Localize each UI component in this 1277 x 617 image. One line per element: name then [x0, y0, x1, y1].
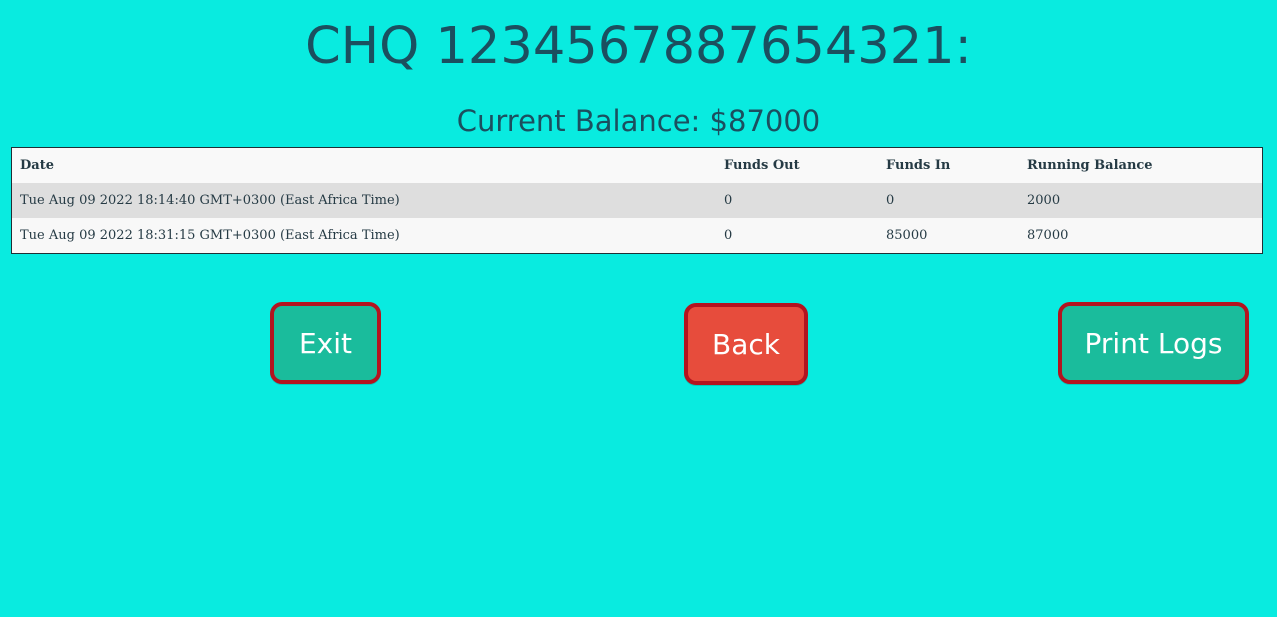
column-header-running-balance: Running Balance: [1019, 148, 1262, 183]
column-header-funds-in: Funds In: [878, 148, 1019, 183]
cell-funds-in: 0: [878, 183, 1019, 218]
exit-button[interactable]: Exit: [270, 302, 381, 384]
current-balance: Current Balance: $87000: [456, 104, 821, 138]
cell-funds-in: 85000: [878, 218, 1019, 253]
back-button[interactable]: Back: [684, 303, 808, 385]
column-header-date: Date: [12, 148, 716, 183]
account-title: CHQ 1234567887654321:: [305, 17, 972, 76]
table-row: Tue Aug 09 2022 18:31:15 GMT+0300 (East …: [12, 218, 1262, 253]
print-logs-button[interactable]: Print Logs: [1058, 302, 1249, 384]
account-page: CHQ 1234567887654321: Current Balance: $…: [0, 0, 1277, 617]
cell-date: Tue Aug 09 2022 18:14:40 GMT+0300 (East …: [12, 183, 716, 218]
cell-funds-out: 0: [716, 218, 878, 253]
cell-date: Tue Aug 09 2022 18:31:15 GMT+0300 (East …: [12, 218, 716, 253]
column-header-funds-out: Funds Out: [716, 148, 878, 183]
table-row: Tue Aug 09 2022 18:14:40 GMT+0300 (East …: [12, 183, 1262, 218]
cell-running-balance: 87000: [1019, 218, 1262, 253]
table-header-row: Date Funds Out Funds In Running Balance: [12, 148, 1262, 183]
cell-funds-out: 0: [716, 183, 878, 218]
transactions-table: Date Funds Out Funds In Running Balance …: [11, 147, 1263, 254]
cell-running-balance: 2000: [1019, 183, 1262, 218]
